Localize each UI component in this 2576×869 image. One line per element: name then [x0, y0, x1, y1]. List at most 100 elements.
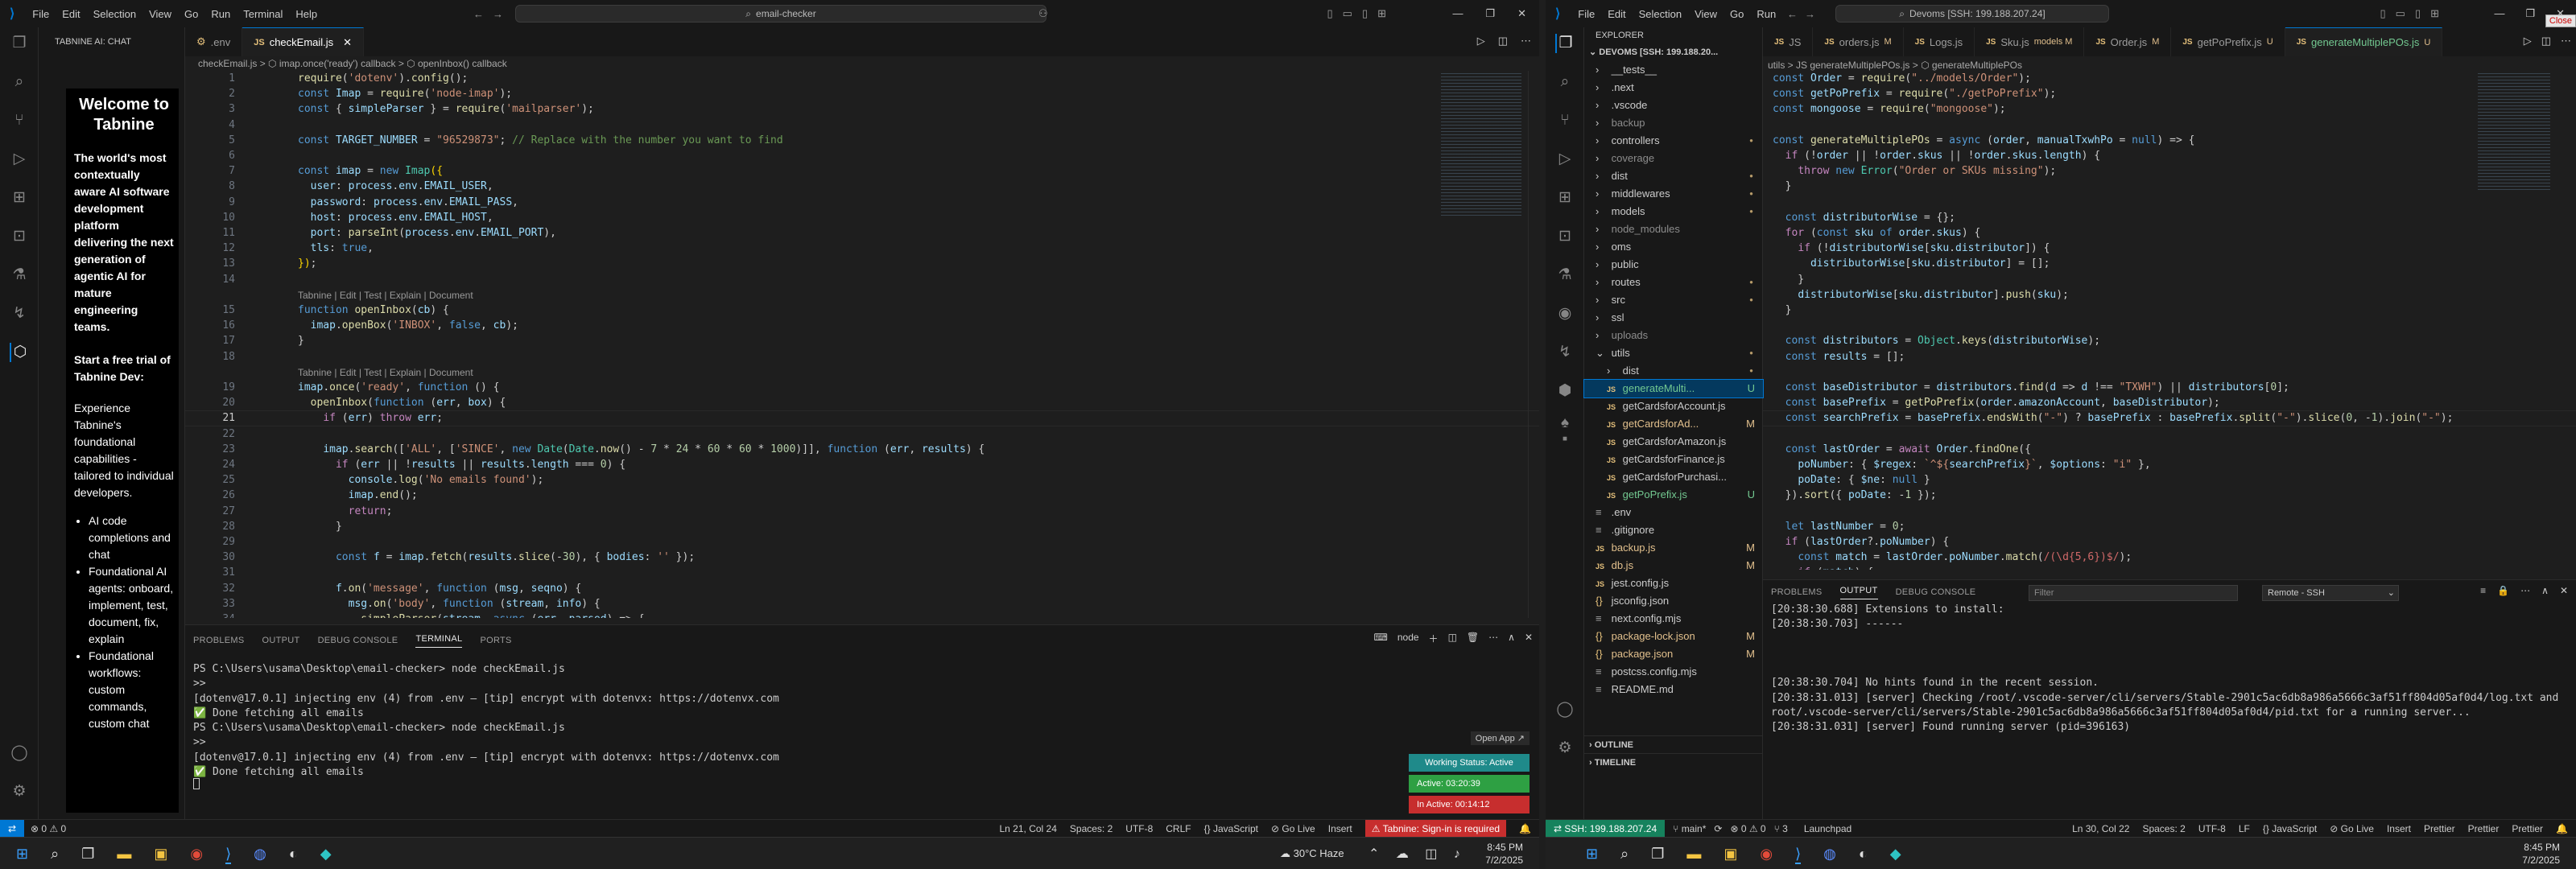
search-icon[interactable]: ⌕: [51, 846, 59, 864]
menu-item-file[interactable]: File: [1571, 8, 1601, 20]
tree-item-middlewares[interactable]: › middlewares ●: [1584, 185, 1763, 203]
output-log[interactable]: [20:38:30.688] Extensions to install: [20…: [1771, 603, 2558, 735]
app-icon-2[interactable]: ◆: [1890, 846, 1901, 864]
menu-item-selection[interactable]: Selection: [1633, 8, 1688, 20]
command-center-search[interactable]: ⌕ email-checker: [515, 5, 1046, 23]
tree-item-backup-js[interactable]: JS backup.js M: [1584, 539, 1763, 557]
tree-item-ssl[interactable]: › ssl: [1584, 309, 1763, 327]
status-item[interactable]: ⊘ Go Live: [1271, 823, 1315, 834]
output-filter-input[interactable]: Filter: [2029, 585, 2238, 601]
panel-tab-ports[interactable]: PORTS: [480, 636, 511, 645]
tree-item-package-json[interactable]: {} package.json M: [1584, 645, 1763, 663]
kill-terminal-icon[interactable]: 🗑: [1467, 632, 1479, 645]
run-debug-icon[interactable]: ▷: [1555, 150, 1575, 169]
toggle-secondary-sidebar-icon[interactable]: ▯: [1362, 7, 1368, 20]
tree-item-getcardsforamazon-js[interactable]: JS getCardsforAmazon.js: [1584, 433, 1763, 451]
chrome-icon[interactable]: ◉: [1760, 846, 1773, 864]
live-share-icon[interactable]: ↯: [10, 304, 29, 323]
tabnine-icon[interactable]: ⬡: [10, 343, 29, 362]
tree-item-routes[interactable]: › routes ●: [1584, 274, 1763, 291]
menu-item-edit[interactable]: Edit: [56, 8, 86, 20]
launchpad-button[interactable]: Launchpad: [1804, 823, 1852, 834]
more-actions-icon[interactable]: ⋯: [2520, 585, 2530, 596]
task-view-icon[interactable]: ❐: [81, 846, 94, 864]
tree-item-getcardsforaccount-js[interactable]: JS getCardsforAccount.js: [1584, 397, 1763, 415]
status-item[interactable]: Spaces: 2: [2142, 823, 2185, 834]
tree-item-getcardsforpurchasi---[interactable]: JS getCardsforPurchasi...: [1584, 468, 1763, 486]
tree-item-dist[interactable]: › dist ●: [1584, 167, 1763, 185]
toggle-primary-sidebar-icon[interactable]: ▯: [2380, 7, 2385, 20]
accounts-icon[interactable]: ◯: [1555, 700, 1575, 719]
restore-icon[interactable]: ❐: [1485, 7, 1495, 20]
timeline-section[interactable]: › TIMELINE: [1584, 753, 1763, 771]
customize-layout-icon[interactable]: ⊞: [2430, 7, 2439, 20]
menu-item-run[interactable]: Run: [204, 8, 237, 20]
remote-explorer-icon[interactable]: ⊡: [1555, 227, 1575, 246]
tree-item-package-lock-json[interactable]: {} package-lock.json M: [1584, 628, 1763, 645]
accounts-icon[interactable]: ◯: [10, 743, 29, 763]
editor-tab[interactable]: JS JS: [1763, 27, 1814, 56]
windows-start-icon[interactable]: ⊞: [16, 846, 28, 864]
close-panel-icon[interactable]: ✕: [1525, 632, 1533, 645]
vscode-taskbar-icon[interactable]: ⟩: [225, 846, 232, 864]
codelens[interactable]: Tabnine | Edit | Test | Explain | Docume…: [298, 290, 473, 301]
tree-item--next[interactable]: › .next: [1584, 79, 1763, 97]
outline-section[interactable]: › OUTLINE: [1584, 735, 1763, 753]
windows-start-icon[interactable]: ⊞: [1586, 846, 1598, 864]
app-icon-2[interactable]: ◆: [320, 846, 332, 864]
tree-item-next-config-mjs[interactable]: ≡ next.config.mjs: [1584, 610, 1763, 628]
testing-icon[interactable]: ⚗: [10, 266, 29, 285]
tree-item--vscode[interactable]: › .vscode: [1584, 97, 1763, 114]
run-debug-icon[interactable]: ▷: [10, 150, 29, 169]
toggle-panel-icon[interactable]: ▭: [1343, 7, 1352, 20]
status-item[interactable]: UTF-8: [1125, 823, 1153, 834]
restore-icon[interactable]: ❐: [2525, 7, 2535, 20]
menu-item-run[interactable]: Run: [1750, 8, 1782, 20]
menu-item-go[interactable]: Go: [1724, 8, 1750, 20]
menu-item-help[interactable]: Help: [289, 8, 324, 20]
status-item[interactable]: {} JavaScript: [1204, 823, 1258, 834]
breadcrumb[interactable]: checkEmail.js > ⬡ imap.once('ready') cal…: [198, 58, 507, 69]
panel-tab-debug-console[interactable]: DEBUG CONSOLE: [1896, 587, 1976, 597]
status-item[interactable]: ⚠ Tabnine: Sign-in is required: [1364, 819, 1507, 837]
minimap[interactable]: [1441, 71, 1521, 216]
tree-item-utils[interactable]: ⌄ utils ●: [1584, 344, 1763, 362]
zoom-icon[interactable]: ◍: [1823, 846, 1836, 864]
testing-icon[interactable]: ⚗: [1555, 266, 1575, 285]
status-item[interactable]: LF: [2239, 823, 2250, 834]
split-terminal-icon[interactable]: ◫: [1448, 632, 1457, 645]
remote-explorer-icon[interactable]: ⊡: [10, 227, 29, 246]
explorer-icon[interactable]: ❐: [1555, 34, 1575, 53]
file-explorer-icon[interactable]: ▬: [1686, 846, 1701, 864]
minimize-icon[interactable]: —: [1452, 7, 1463, 20]
chrome-icon[interactable]: ◉: [190, 846, 203, 864]
task-view-icon[interactable]: ❐: [1651, 846, 1664, 864]
editor-tab[interactable]: JS getPoPrefix.js U: [2171, 27, 2285, 56]
menu-item-file[interactable]: File: [26, 8, 56, 20]
tree-item-readme-md[interactable]: ≡ README.md: [1584, 681, 1763, 698]
toggle-secondary-sidebar-icon[interactable]: ▯: [2415, 7, 2421, 20]
clear-output-icon[interactable]: ≡: [2480, 585, 2486, 596]
source-control-icon[interactable]: ⑂: [10, 111, 29, 130]
status-item[interactable]: {} JavaScript: [2263, 823, 2317, 834]
problems-count[interactable]: ⊗ 0 ⚠ 0: [31, 823, 66, 834]
explorer-icon[interactable]: ❐: [10, 34, 29, 53]
tree-item-controllers[interactable]: › controllers ●: [1584, 132, 1763, 150]
weather-widget[interactable]: ☁ 30°C Haze: [1280, 847, 1344, 860]
tree-item-coverage[interactable]: › coverage: [1584, 150, 1763, 167]
ssh-remote-indicator[interactable]: ⇄ SSH: 199.188.207.24: [1546, 819, 1666, 837]
toggle-panel-icon[interactable]: ▭: [2396, 7, 2405, 20]
terminal-selector[interactable]: node: [1397, 632, 1419, 645]
menu-item-selection[interactable]: Selection: [87, 8, 142, 20]
zoom-icon[interactable]: ◍: [254, 846, 266, 864]
status-item[interactable]: ⊘ Go Live: [2330, 823, 2374, 834]
editor-tab[interactable]: JS Sku.js models M: [1975, 27, 2085, 56]
tree-item-getcardsforad---[interactable]: JS getCardsforAd... M: [1584, 415, 1763, 433]
tree-item-uploads[interactable]: › uploads: [1584, 327, 1763, 344]
nav-forward-icon[interactable]: →: [493, 8, 503, 20]
tree-item-getpoprefix-js[interactable]: JS getPoPrefix.js U: [1584, 486, 1763, 504]
docker-icon[interactable]: ⬢: [1555, 381, 1575, 401]
status-item[interactable]: Insert: [2387, 823, 2411, 834]
status-item[interactable]: UTF-8: [2198, 823, 2226, 834]
toggle-primary-sidebar-icon[interactable]: ▯: [1327, 7, 1332, 20]
